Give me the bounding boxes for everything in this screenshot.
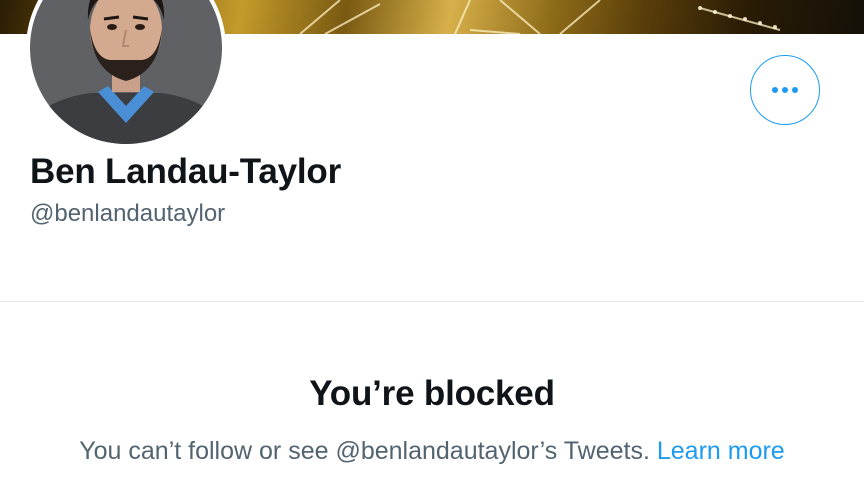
- more-options-button[interactable]: [750, 55, 820, 125]
- profile-handle: @benlandautaylor: [30, 200, 226, 227]
- profile-photo: [30, 0, 222, 144]
- profile-display-name: Ben Landau-Taylor: [30, 152, 341, 191]
- blocked-title: You’re blocked: [309, 374, 555, 413]
- profile-avatar[interactable]: [26, 0, 226, 148]
- learn-more-link[interactable]: Learn more: [657, 437, 785, 465]
- blocked-message-text: You can’t follow or see @benlandautaylor…: [79, 437, 657, 465]
- blocked-message: You can’t follow or see @benlandautaylor…: [0, 437, 864, 466]
- section-divider: [0, 301, 864, 302]
- more-horizontal-icon: [772, 87, 798, 93]
